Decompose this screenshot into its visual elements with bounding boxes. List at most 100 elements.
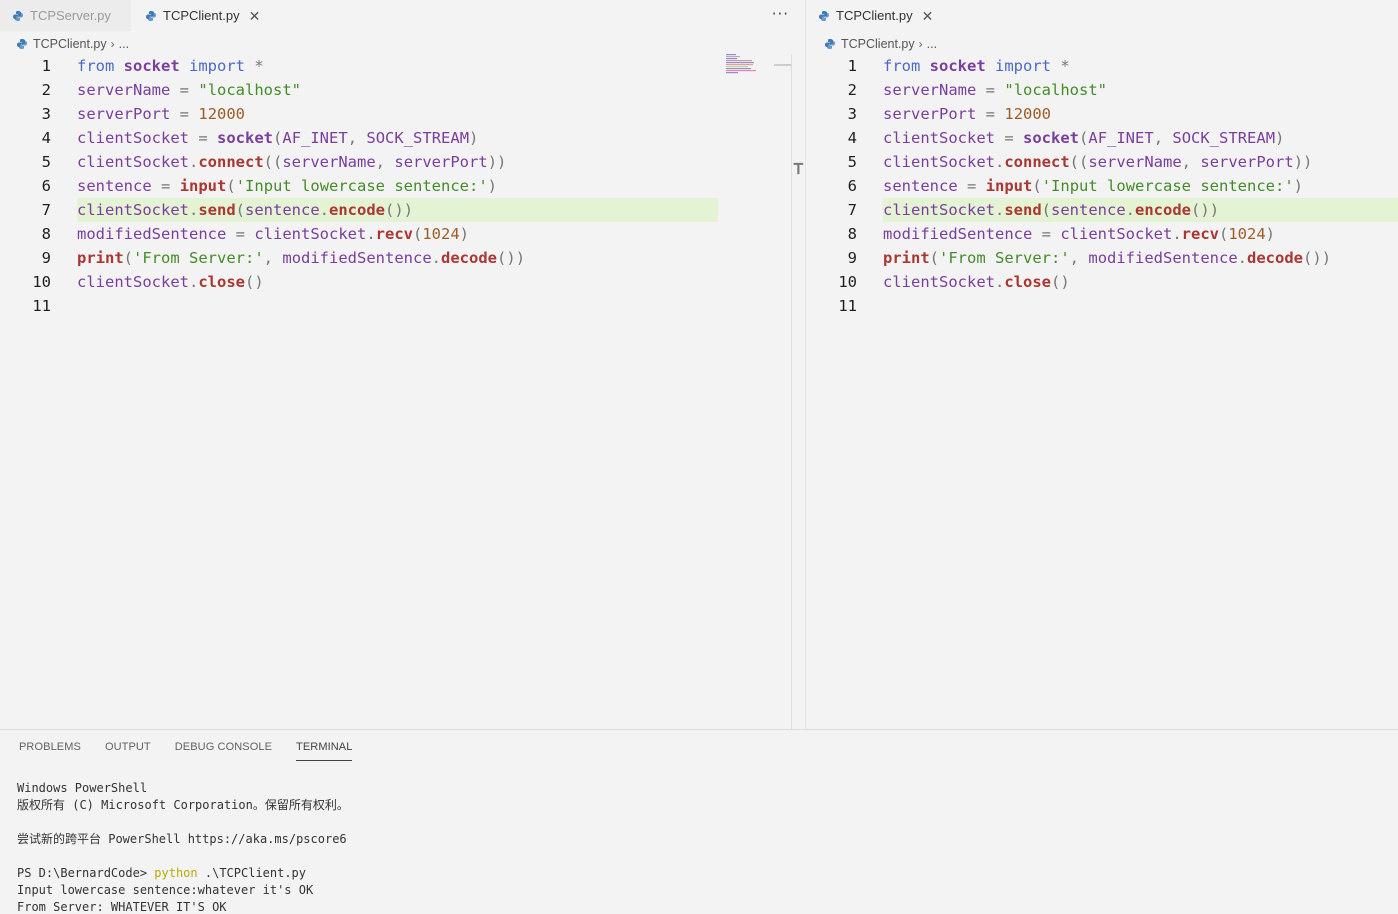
- minimap-slider[interactable]: [774, 64, 791, 66]
- chevron-right-icon: ›: [110, 37, 115, 51]
- python-file-icon: [17, 39, 27, 49]
- line-number: 7: [847, 201, 857, 219]
- code-text[interactable]: clientSocket = socket(AF_INET, SOCK_STRE…: [883, 126, 1284, 150]
- tab-debug-console[interactable]: DEBUG CONSOLE: [175, 741, 272, 761]
- breadcrumb: TCPClient.py › ...: [824, 35, 937, 53]
- tab-tcpserver[interactable]: TCPServer.py: [0, 0, 131, 31]
- terminal-line: Input lowercase sentence:whatever it's O…: [17, 883, 314, 897]
- line-number: 6: [847, 177, 857, 195]
- line-number: 10: [838, 273, 857, 291]
- code-text[interactable]: sentence = input('Input lowercase senten…: [77, 174, 497, 198]
- terminal-line: Windows PowerShell: [17, 781, 148, 795]
- line-number: 4: [847, 129, 857, 147]
- tab-tcpclient[interactable]: TCPClient.py ✕: [806, 0, 937, 31]
- code-text[interactable]: sentence = input('Input lowercase senten…: [883, 174, 1303, 198]
- code-line[interactable]: 9 print('From Server:', modifiedSentence.…: [0, 246, 805, 270]
- code-text[interactable]: serverPort = 12000: [77, 102, 245, 126]
- terminal-output[interactable]: Windows PowerShell 版权所有 (C) Microsoft Co…: [17, 780, 349, 914]
- code-editor[interactable]: 1 from socket import * 2 serverName = "loca…: [0, 54, 805, 729]
- code-line[interactable]: 2 serverName = "localhost": [806, 78, 1398, 102]
- minimap[interactable]: [726, 54, 774, 74]
- code-line[interactable]: 4 clientSocket = socket(AF_INET, SOCK_STR…: [806, 126, 1398, 150]
- tab-output[interactable]: OUTPUT: [105, 741, 151, 761]
- panel-tab-bar: PROBLEMS OUTPUT DEBUG CONSOLE TERMINAL: [19, 741, 376, 761]
- line-number: 1: [41, 57, 51, 75]
- code-line[interactable]: 3 serverPort = 12000: [806, 102, 1398, 126]
- code-line[interactable]: 1 from socket import *: [806, 54, 1398, 78]
- code-line[interactable]: 8 modifiedSentence = clientSocket.recv(10…: [806, 222, 1398, 246]
- code-line[interactable]: 5 clientSocket.connect((serverName, serve…: [0, 150, 805, 174]
- code-line[interactable]: 7 clientSocket.send(sentence.encode()): [0, 198, 805, 222]
- line-number: 9: [41, 249, 51, 267]
- code-editor[interactable]: 1 from socket import * 2 serverName = "loca…: [806, 54, 1398, 729]
- code-line[interactable]: 10 clientSocket.close(): [806, 270, 1398, 294]
- close-icon[interactable]: ✕: [249, 9, 261, 23]
- line-number: 10: [32, 273, 51, 291]
- terminal-line: 版权所有 (C) Microsoft Corporation。保留所有权利。: [17, 798, 349, 812]
- tab-label: TCPClient.py: [163, 8, 240, 23]
- code-line[interactable]: 5 clientSocket.connect((serverName, serve…: [806, 150, 1398, 174]
- terminal-args: .\TCPClient.py: [197, 866, 307, 880]
- code-text[interactable]: clientSocket.connect((serverName, server…: [77, 150, 506, 174]
- vertical-scrollbar[interactable]: [791, 54, 792, 729]
- line-number: 8: [41, 225, 51, 243]
- breadcrumb: TCPClient.py › ...: [16, 35, 129, 53]
- line-number: 6: [41, 177, 51, 195]
- code-line[interactable]: 2 serverName = "localhost": [0, 78, 805, 102]
- code-line[interactable]: 3 serverPort = 12000: [0, 102, 805, 126]
- line-number: 7: [41, 201, 51, 219]
- line-number: 9: [847, 249, 857, 267]
- code-text[interactable]: clientSocket.close(): [883, 270, 1070, 294]
- terminal-prompt-line: PS D:\BernardCode> python .\TCPClient.py: [17, 865, 349, 882]
- code-text[interactable]: serverPort = 12000: [883, 102, 1051, 126]
- terminal-line: From Server: WHATEVER IT'S OK: [17, 900, 227, 914]
- tab-tcpclient[interactable]: TCPClient.py ✕: [133, 0, 264, 31]
- editor-group-right: TCPClient.py ✕ TCPClient.py › ... 1 from …: [806, 0, 1398, 729]
- line-number: 3: [847, 105, 857, 123]
- code-text[interactable]: from socket import *: [883, 54, 1070, 78]
- breadcrumb-symbols[interactable]: ...: [927, 37, 937, 51]
- editor-group-left: TCPServer.py TCPClient.py ✕ ··· TCPClien…: [0, 0, 805, 729]
- python-file-icon: [825, 39, 835, 49]
- code-text[interactable]: clientSocket.send(sentence.encode()): [77, 198, 413, 222]
- code-line[interactable]: 6 sentence = input('Input lowercase sente…: [806, 174, 1398, 198]
- breadcrumb-file[interactable]: TCPClient.py: [841, 37, 915, 51]
- line-number: 4: [41, 129, 51, 147]
- code-text[interactable]: serverName = "localhost": [883, 78, 1107, 102]
- python-file-icon: [819, 10, 829, 21]
- terminal-prompt: PS D:\BernardCode>: [17, 866, 155, 880]
- code-line[interactable]: 4 clientSocket = socket(AF_INET, SOCK_STR…: [0, 126, 805, 150]
- line-number: 5: [847, 153, 857, 171]
- code-text[interactable]: print('From Server:', modifiedSentence.d…: [77, 246, 525, 270]
- code-line[interactable]: 1 from socket import *: [0, 54, 805, 78]
- code-text[interactable]: clientSocket.connect((serverName, server…: [883, 150, 1312, 174]
- line-number: 1: [847, 57, 857, 75]
- code-text[interactable]: modifiedSentence = clientSocket.recv(102…: [883, 222, 1275, 246]
- terminal-command: python: [154, 866, 198, 880]
- code-text[interactable]: clientSocket.close(): [77, 270, 264, 294]
- code-line[interactable]: 9 print('From Server:', modifiedSentence.…: [806, 246, 1398, 270]
- code-text[interactable]: from socket import *: [77, 54, 264, 78]
- python-file-icon: [13, 10, 23, 21]
- breadcrumb-file[interactable]: TCPClient.py: [33, 37, 107, 51]
- code-line[interactable]: 8 modifiedSentence = clientSocket.recv(10…: [0, 222, 805, 246]
- code-line[interactable]: 10 clientSocket.close(): [0, 270, 805, 294]
- code-line[interactable]: 11: [806, 294, 1398, 318]
- code-line[interactable]: 6 sentence = input('Input lowercase sente…: [0, 174, 805, 198]
- code-text[interactable]: clientSocket = socket(AF_INET, SOCK_STRE…: [77, 126, 478, 150]
- breadcrumb-symbols[interactable]: ...: [119, 37, 129, 51]
- tab-label: TCPServer.py: [30, 8, 111, 23]
- code-text[interactable]: clientSocket.send(sentence.encode()): [883, 198, 1219, 222]
- code-text[interactable]: modifiedSentence = clientSocket.recv(102…: [77, 222, 469, 246]
- code-line[interactable]: 11: [0, 294, 805, 318]
- tab-problems[interactable]: PROBLEMS: [19, 741, 81, 761]
- more-actions-button[interactable]: ···: [772, 5, 789, 23]
- tab-label: TCPClient.py: [836, 8, 913, 23]
- close-icon[interactable]: ✕: [922, 9, 934, 23]
- tab-terminal[interactable]: TERMINAL: [296, 741, 353, 761]
- chevron-right-icon: ›: [918, 37, 923, 51]
- code-line[interactable]: 7 clientSocket.send(sentence.encode()): [806, 198, 1398, 222]
- code-text[interactable]: serverName = "localhost": [77, 78, 301, 102]
- code-text[interactable]: print('From Server:', modifiedSentence.d…: [883, 246, 1331, 270]
